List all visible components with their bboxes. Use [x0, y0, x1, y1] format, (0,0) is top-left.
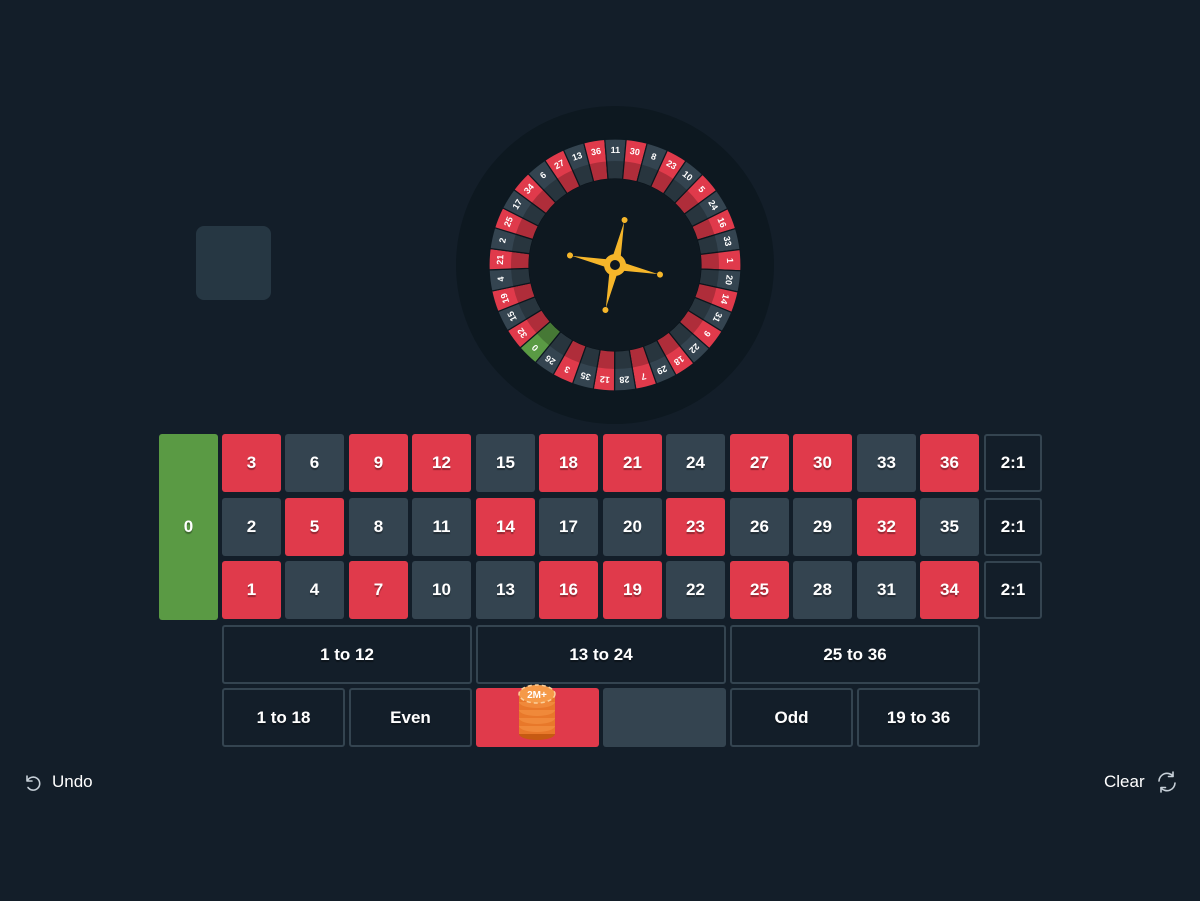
number-cell[interactable]: 2: [222, 498, 281, 556]
number-cell[interactable]: 21: [603, 434, 662, 492]
number-cell[interactable]: 16: [539, 561, 598, 619]
number-cell[interactable]: 28: [793, 561, 852, 619]
chip-label: 2M+: [527, 690, 547, 701]
number-cell[interactable]: 33: [857, 434, 916, 492]
number-cell[interactable]: 20: [603, 498, 662, 556]
empty-slot: [196, 226, 271, 300]
number-cell[interactable]: 3: [222, 434, 281, 492]
number-cell[interactable]: 11: [412, 498, 471, 556]
number-cell[interactable]: 23: [666, 498, 725, 556]
number-cell[interactable]: 36: [920, 434, 979, 492]
number-cell[interactable]: 35: [920, 498, 979, 556]
number-cell[interactable]: 9: [349, 434, 408, 492]
number-cell[interactable]: 25: [730, 561, 789, 619]
even-bet[interactable]: Even: [349, 688, 472, 747]
number-cell[interactable]: 19: [603, 561, 662, 619]
pointer-center: [610, 260, 620, 270]
wheel-number: 33: [722, 235, 734, 247]
column-bet-top[interactable]: 2:1: [984, 434, 1042, 492]
number-cell[interactable]: 14: [476, 498, 535, 556]
wheel-number: 20: [723, 274, 734, 285]
number-cell[interactable]: 31: [857, 561, 916, 619]
undo-icon: [26, 775, 41, 791]
number-cell[interactable]: 4: [285, 561, 344, 619]
dozen-bet-first[interactable]: 1 to 12: [222, 625, 472, 684]
undo-label: Undo: [52, 772, 93, 791]
number-cell[interactable]: 12: [412, 434, 471, 492]
number-cell[interactable]: 22: [666, 561, 725, 619]
wheel-number: 28: [619, 374, 630, 385]
wheel-number: 21: [495, 254, 505, 264]
clear-label: Clear: [1104, 772, 1145, 791]
wheel-pocket-shade: [614, 349, 633, 369]
chip-stack[interactable]: 2M+: [517, 684, 557, 742]
dozen-bet-third[interactable]: 25 to 36: [730, 625, 980, 684]
zero-cell[interactable]: 0: [159, 434, 218, 620]
number-cell[interactable]: 15: [476, 434, 535, 492]
number-cell[interactable]: 5: [285, 498, 344, 556]
number-cell[interactable]: 24: [666, 434, 725, 492]
wheel-pocket-shade: [606, 161, 625, 180]
black-bet[interactable]: [603, 688, 726, 747]
number-cell[interactable]: 1: [222, 561, 281, 619]
number-cell[interactable]: 30: [793, 434, 852, 492]
undo-button[interactable]: Undo: [22, 770, 93, 794]
wheel-number: 36: [590, 146, 602, 158]
number-cell[interactable]: 6: [285, 434, 344, 492]
number-cell[interactable]: 7: [349, 561, 408, 619]
low-bet[interactable]: 1 to 18: [222, 688, 345, 747]
number-cell[interactable]: 8: [349, 498, 408, 556]
dozen-bet-second[interactable]: 13 to 24: [476, 625, 726, 684]
number-cell[interactable]: 26: [730, 498, 789, 556]
number-cell[interactable]: 17: [539, 498, 598, 556]
high-bet[interactable]: 19 to 36: [857, 688, 980, 747]
wheel-number: 11: [611, 145, 621, 155]
number-cell[interactable]: 29: [793, 498, 852, 556]
number-cell[interactable]: 18: [539, 434, 598, 492]
number-cell[interactable]: 34: [920, 561, 979, 619]
refresh-icon: [1157, 771, 1176, 793]
wheel-number: 1: [725, 258, 735, 263]
wheel-number: 12: [599, 374, 610, 385]
number-cell[interactable]: 27: [730, 434, 789, 492]
wheel-pocket-shade: [511, 251, 530, 270]
clear-button[interactable]: Clear: [1104, 770, 1179, 794]
column-bet-bottom[interactable]: 2:1: [984, 561, 1042, 619]
number-cell[interactable]: 32: [857, 498, 916, 556]
number-cell[interactable]: 10: [412, 561, 471, 619]
wheel-pocket-shade: [700, 252, 719, 270]
odd-bet[interactable]: Odd: [730, 688, 853, 747]
number-cell[interactable]: 13: [476, 561, 535, 619]
roulette-wheel: 0321519421225173462713 36 11 30 823105241633…: [456, 106, 774, 424]
column-bet-middle[interactable]: 2:1: [984, 498, 1042, 556]
wheel-number: 30: [629, 146, 641, 158]
